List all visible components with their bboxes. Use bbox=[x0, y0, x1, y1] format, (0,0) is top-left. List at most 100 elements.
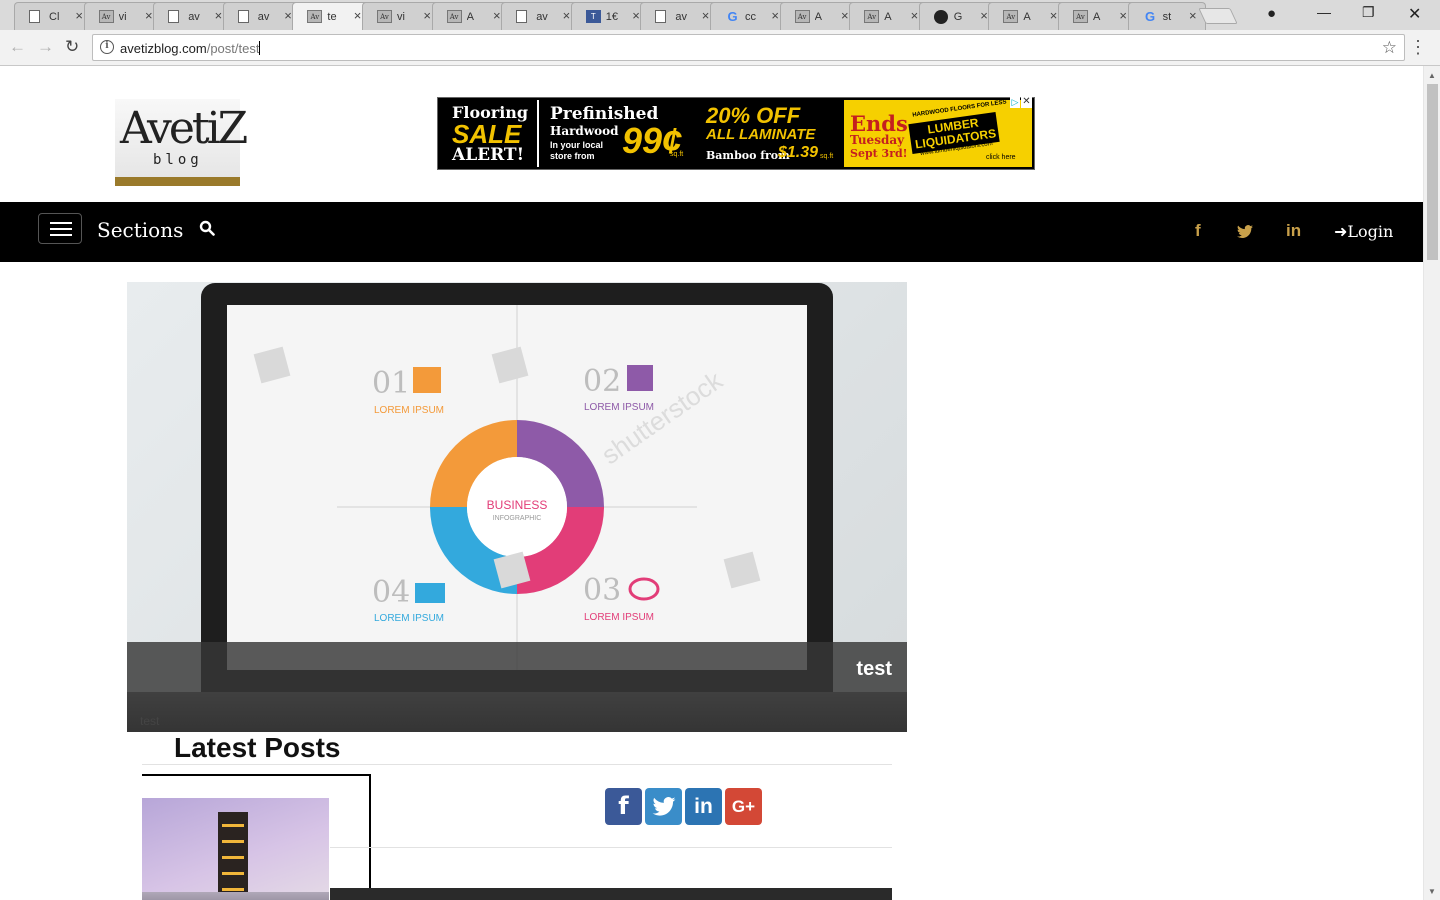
laptop-illustration: BUSINESS INFOGRAPHIC 01 LOREM IPSUM 02 L… bbox=[201, 283, 833, 703]
back-icon[interactable]: ← bbox=[9, 37, 26, 57]
browser-tab[interactable]: Av A × bbox=[1058, 2, 1136, 30]
banner-ad[interactable]: Flooring SALE ALERT! Prefinished Hardwoo… bbox=[437, 97, 1035, 170]
hamburger-line bbox=[50, 234, 72, 236]
tab-strip: Cl × Av vi × av × av × Av te × Av vi × Av A × av × T 1€ × av × Gc… bbox=[0, 0, 1440, 30]
hero-caption-band bbox=[127, 642, 907, 732]
scroll-down-arrow-icon[interactable]: ▼ bbox=[1428, 887, 1436, 896]
doc-favicon-icon bbox=[29, 10, 40, 23]
browser-tab[interactable]: Gcc × bbox=[710, 2, 788, 30]
browser-tab[interactable]: Av A × bbox=[431, 2, 510, 30]
tab-close-icon[interactable]: × bbox=[1050, 8, 1058, 23]
browser-tab[interactable]: T 1€ × bbox=[570, 2, 649, 30]
tab-title: st bbox=[1162, 11, 1172, 23]
window-close-button[interactable]: ✕ bbox=[1408, 4, 1421, 24]
site-logo[interactable]: AvetiZ blog bbox=[115, 99, 248, 186]
window-light bbox=[222, 824, 244, 827]
tab-close-icon[interactable]: × bbox=[980, 8, 988, 23]
tab-close-icon[interactable]: × bbox=[632, 8, 640, 23]
login-button[interactable]: ➜Login bbox=[1334, 222, 1393, 241]
avetiz-favicon-icon: Av bbox=[1003, 10, 1019, 23]
info-icon[interactable]: i bbox=[100, 40, 114, 54]
post-card[interactable] bbox=[142, 774, 371, 900]
browser-tab[interactable]: Cl × bbox=[14, 2, 92, 30]
page-scrollbar[interactable]: ▲ ▼ bbox=[1423, 66, 1440, 900]
doc-favicon-icon bbox=[516, 10, 528, 23]
tab-close-icon[interactable]: × bbox=[145, 8, 153, 23]
browser-tab[interactable]: Av vi × bbox=[83, 2, 162, 30]
tab-close-icon[interactable]: × bbox=[702, 8, 710, 23]
browser-menu-icon[interactable]: ⋮ bbox=[1409, 37, 1427, 58]
restore-button[interactable]: ❐ bbox=[1362, 4, 1375, 21]
translate-favicon-icon: T bbox=[585, 10, 601, 23]
ad-unit: sq.ft bbox=[820, 153, 834, 160]
browser-tab[interactable]: G × bbox=[918, 2, 997, 30]
ad-text: Sept 3rd! bbox=[850, 147, 908, 160]
adchoices-icon[interactable]: ▷ bbox=[1010, 97, 1020, 108]
facebook-share-button[interactable]: f bbox=[605, 788, 642, 825]
url-domain: avetizblog.com bbox=[120, 41, 207, 56]
twitter-icon[interactable] bbox=[1237, 225, 1253, 239]
browser-tab[interactable]: Av A × bbox=[849, 2, 928, 30]
ad-text: Tuesday bbox=[850, 133, 905, 147]
post-thumbnail[interactable] bbox=[142, 798, 329, 900]
tab-close-icon[interactable]: × bbox=[1189, 8, 1197, 23]
reload-icon[interactable]: ↻ bbox=[65, 37, 79, 57]
infographic-num-04: 04 bbox=[372, 575, 410, 610]
browser-tab[interactable]: av × bbox=[501, 2, 580, 30]
sections-link[interactable]: Sections bbox=[97, 218, 183, 242]
latest-posts-heading: Latest Posts bbox=[174, 732, 341, 763]
tab-close-icon[interactable]: × bbox=[423, 8, 431, 23]
tab-title: cc bbox=[745, 11, 756, 23]
hamburger-menu-button[interactable] bbox=[38, 213, 82, 244]
tab-close-icon[interactable]: × bbox=[563, 8, 571, 23]
tab-close-icon[interactable]: × bbox=[771, 8, 779, 23]
doc-favicon-icon bbox=[655, 10, 667, 23]
tab-close-icon[interactable]: × bbox=[284, 8, 292, 23]
browser-tab[interactable]: av × bbox=[222, 2, 301, 30]
browser-tab[interactable]: Gst × bbox=[1127, 2, 1206, 30]
tab-title: vi bbox=[397, 11, 405, 23]
tab-close-icon[interactable]: × bbox=[354, 8, 362, 23]
ad-close-icon[interactable]: ✕ bbox=[1021, 97, 1032, 108]
tab-title: av bbox=[188, 11, 200, 23]
browser-tab[interactable]: Av te × bbox=[292, 2, 371, 30]
browser-tab[interactable]: Av A × bbox=[988, 2, 1067, 30]
hero-image[interactable]: BUSINESS INFOGRAPHIC 01 LOREM IPSUM 02 L… bbox=[127, 282, 907, 732]
googleplus-share-button[interactable]: G+ bbox=[725, 788, 762, 825]
linkedin-icon[interactable]: in bbox=[1286, 221, 1301, 241]
new-tab-button[interactable] bbox=[1198, 8, 1238, 24]
profile-icon[interactable]: ● bbox=[1267, 5, 1276, 22]
search-icon[interactable] bbox=[199, 220, 215, 236]
tab-title: A bbox=[884, 11, 892, 23]
ad-text: Hardwood bbox=[550, 124, 619, 138]
github-favicon-icon bbox=[933, 10, 948, 24]
browser-tab[interactable]: av × bbox=[153, 2, 232, 30]
tab-close-icon[interactable]: × bbox=[1119, 8, 1127, 23]
ad-text: In your local store from bbox=[550, 140, 604, 161]
tab-close-icon[interactable]: × bbox=[911, 8, 919, 23]
bookmark-star-icon[interactable]: ☆ bbox=[1382, 38, 1397, 58]
scroll-up-arrow-icon[interactable]: ▲ bbox=[1428, 71, 1436, 80]
ad-panel-hardwood: Prefinished Hardwood In your local store… bbox=[542, 100, 694, 167]
ad-cta[interactable]: click here bbox=[986, 154, 1016, 161]
browser-tab[interactable]: av × bbox=[640, 2, 719, 30]
infographic-label-01: LOREM IPSUM bbox=[374, 405, 444, 416]
forward-icon[interactable]: → bbox=[37, 37, 54, 57]
tab-close-icon[interactable]: × bbox=[841, 8, 849, 23]
tab-close-icon[interactable]: × bbox=[493, 8, 501, 23]
linkedin-share-button[interactable]: in bbox=[685, 788, 722, 825]
minimize-button[interactable]: — bbox=[1317, 4, 1331, 20]
tab-close-icon[interactable]: × bbox=[215, 8, 223, 23]
tab-title: av bbox=[536, 11, 548, 23]
twitter-share-button[interactable] bbox=[645, 788, 682, 825]
scroll-thumb[interactable] bbox=[1427, 84, 1438, 260]
browser-tab[interactable]: Av A × bbox=[779, 2, 858, 30]
address-bar[interactable]: i avetizblog.com/post/test ☆ bbox=[92, 34, 1405, 61]
avetiz-favicon-icon: Av bbox=[1073, 10, 1088, 23]
page-viewport: AvetiZ blog Flooring SALE ALERT! Prefini… bbox=[0, 66, 1423, 900]
facebook-icon[interactable]: f bbox=[1195, 221, 1201, 241]
browser-tab[interactable]: Av vi × bbox=[362, 2, 440, 30]
tab-close-icon[interactable]: × bbox=[75, 8, 83, 23]
url-text[interactable]: avetizblog.com/post/test bbox=[120, 41, 261, 56]
avetiz-favicon-icon: Av bbox=[307, 10, 323, 23]
